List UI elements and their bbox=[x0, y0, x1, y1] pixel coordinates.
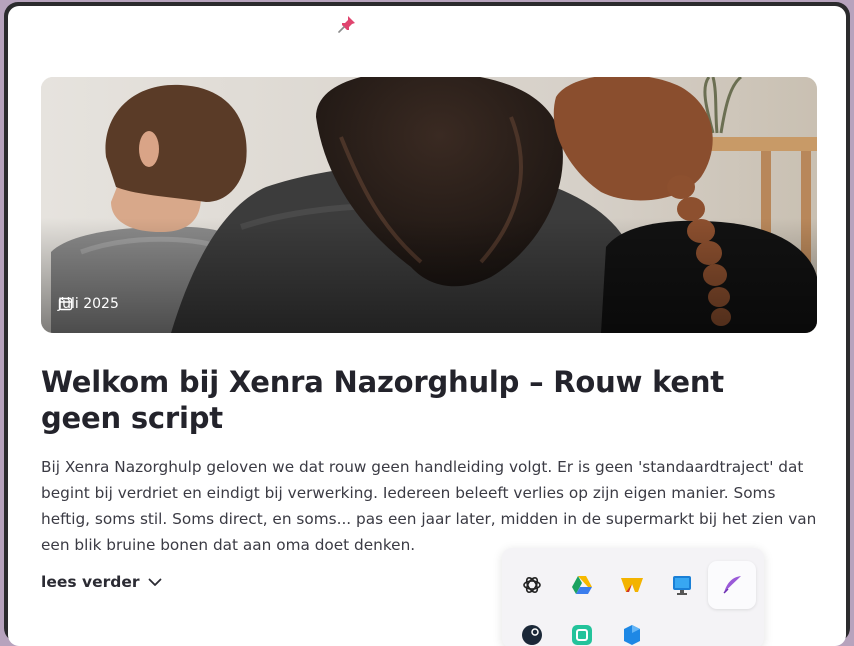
app-green-icon[interactable] bbox=[558, 611, 606, 646]
google-drive-icon[interactable] bbox=[558, 561, 606, 609]
read-more-link[interactable]: lees verder bbox=[41, 573, 162, 591]
post-excerpt: Bij Xenra Nazorghulp geloven we dat rouw… bbox=[41, 458, 817, 554]
calendar-icon bbox=[58, 297, 73, 311]
read-more-label: lees verder bbox=[41, 573, 140, 591]
wps-icon[interactable] bbox=[608, 561, 656, 609]
quill-icon[interactable] bbox=[708, 561, 756, 609]
post-date: Juli 2025 bbox=[58, 296, 119, 312]
chatgpt-icon[interactable] bbox=[508, 561, 556, 609]
steam-icon[interactable] bbox=[508, 611, 556, 646]
pushpin-icon bbox=[338, 16, 355, 33]
remote-desktop-icon[interactable] bbox=[658, 561, 706, 609]
blog-card: Juli 2025 Welkom bij Xenra Nazorghulp – … bbox=[8, 6, 846, 646]
chevron-down-icon bbox=[149, 578, 162, 586]
hero-image[interactable]: Juli 2025 bbox=[41, 77, 817, 333]
app-blue-icon[interactable] bbox=[608, 611, 656, 646]
post-title: Welkom bij Xenra Nazorghulp – Rouw kent … bbox=[41, 365, 724, 435]
app-dock bbox=[502, 548, 764, 646]
hero-photo bbox=[41, 77, 817, 333]
